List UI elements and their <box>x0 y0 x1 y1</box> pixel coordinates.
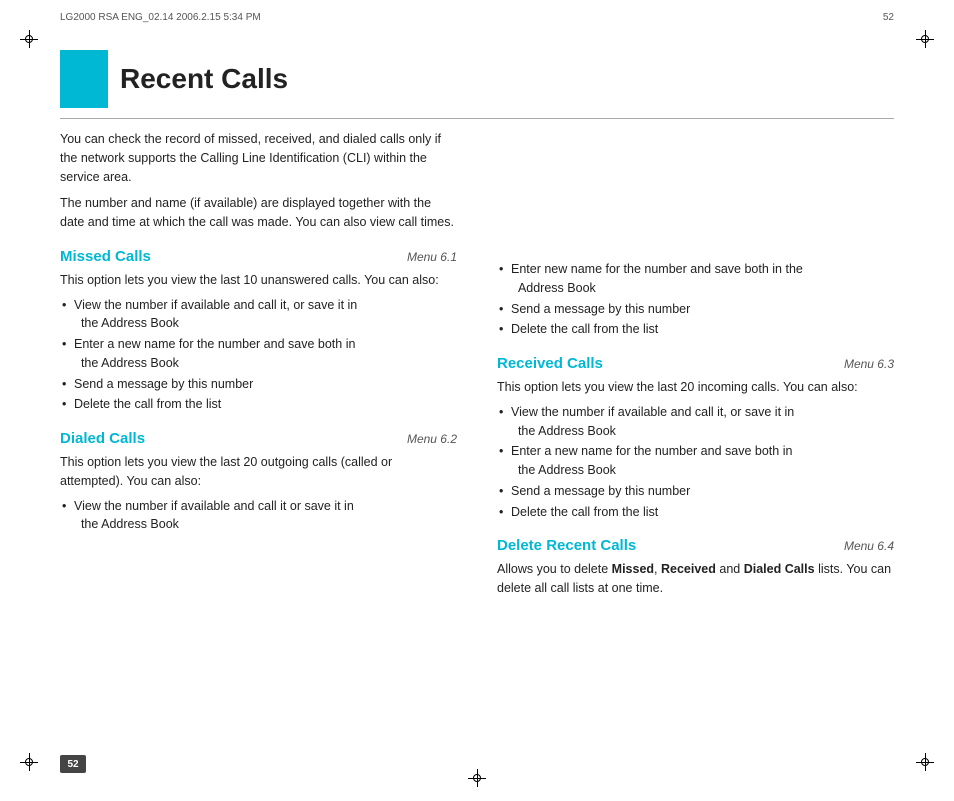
header-text: LG2000 RSA ENG_02.14 2006.2.15 5:34 PM <box>60 12 879 23</box>
intro-para-1: You can check the record of missed, rece… <box>60 130 457 186</box>
list-item: Send a message by this number <box>497 482 894 501</box>
title-rule <box>60 118 894 119</box>
reg-mark-tl <box>20 30 38 48</box>
list-item: Send a message by this number <box>497 300 894 319</box>
list-item: View the number if available and call it… <box>60 497 457 535</box>
page-header: LG2000 RSA ENG_02.14 2006.2.15 5:34 PM 5… <box>60 12 894 23</box>
right-column: Enter new name for the number and save b… <box>497 130 894 741</box>
dialed-calls-bullets: View the number if available and call it… <box>60 497 457 535</box>
bold-received: Received <box>661 562 716 576</box>
reg-mark-bottom <box>468 769 486 787</box>
received-calls-bullets: View the number if available and call it… <box>497 403 894 522</box>
delete-recent-calls-heading-row: Delete Recent Calls Menu 6.4 <box>497 537 894 554</box>
dialed-calls-continued-bullets: Enter new name for the number and save b… <box>497 260 894 339</box>
dialed-calls-title: Dialed Calls <box>60 430 145 447</box>
missed-calls-bullets: View the number if available and call it… <box>60 296 457 415</box>
reg-mark-bl <box>20 753 38 771</box>
page-title: Recent Calls <box>108 50 288 108</box>
list-item: Delete the call from the list <box>60 395 457 414</box>
bold-missed: Missed <box>612 562 654 576</box>
dialed-calls-body: This option lets you view the last 20 ou… <box>60 453 457 491</box>
list-item: Delete the call from the list <box>497 503 894 522</box>
reg-mark-tr <box>916 30 934 48</box>
received-calls-heading-row: Received Calls Menu 6.3 <box>497 355 894 372</box>
page-number-badge: 52 <box>60 755 86 773</box>
dialed-calls-heading-row: Dialed Calls Menu 6.2 <box>60 430 457 447</box>
delete-recent-calls-title: Delete Recent Calls <box>497 537 636 554</box>
list-item: View the number if available and call it… <box>497 403 894 441</box>
received-calls-body: This option lets you view the last 20 in… <box>497 378 894 397</box>
main-content: You can check the record of missed, rece… <box>60 130 894 741</box>
bold-dialed: Dialed Calls <box>744 562 815 576</box>
missed-calls-body: This option lets you view the last 10 un… <box>60 271 457 290</box>
cyan-accent-block <box>60 50 108 108</box>
list-item: Send a message by this number <box>60 375 457 394</box>
delete-recent-calls-menu-ref: Menu 6.4 <box>844 539 894 553</box>
title-section: Recent Calls <box>60 50 288 108</box>
delete-recent-calls-body: Allows you to delete Missed, Received an… <box>497 560 894 598</box>
missed-calls-title: Missed Calls <box>60 248 151 265</box>
header-page-num: 52 <box>883 12 894 23</box>
received-calls-menu-ref: Menu 6.3 <box>844 357 894 371</box>
missed-calls-heading-row: Missed Calls Menu 6.1 <box>60 248 457 265</box>
list-item: Enter new name for the number and save b… <box>497 260 894 298</box>
list-item: View the number if available and call it… <box>60 296 457 334</box>
list-item: Enter a new name for the number and save… <box>497 442 894 480</box>
left-column: You can check the record of missed, rece… <box>60 130 457 741</box>
missed-calls-menu-ref: Menu 6.1 <box>407 250 457 264</box>
list-item: Enter a new name for the number and save… <box>60 335 457 373</box>
list-item: Delete the call from the list <box>497 320 894 339</box>
dialed-calls-menu-ref: Menu 6.2 <box>407 432 457 446</box>
reg-mark-br <box>916 753 934 771</box>
received-calls-title: Received Calls <box>497 355 603 372</box>
intro-para-2: The number and name (if available) are d… <box>60 194 457 232</box>
